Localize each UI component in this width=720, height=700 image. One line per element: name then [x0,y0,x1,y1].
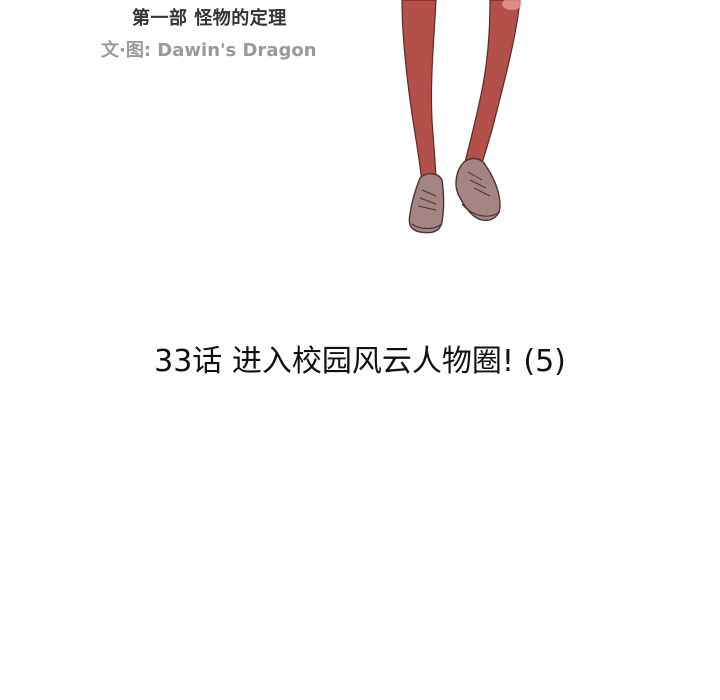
part-title: 第一部 怪物的定理 [132,8,287,29]
right-leg [463,0,521,173]
legs-illustration [401,0,522,234]
author-credit: 文·图: Dawin's Dragon [101,40,317,61]
chapter-title: 33话 进入校园风云人物圈! (5) [154,344,566,379]
left-leg [401,0,437,185]
left-sneaker [408,173,445,234]
